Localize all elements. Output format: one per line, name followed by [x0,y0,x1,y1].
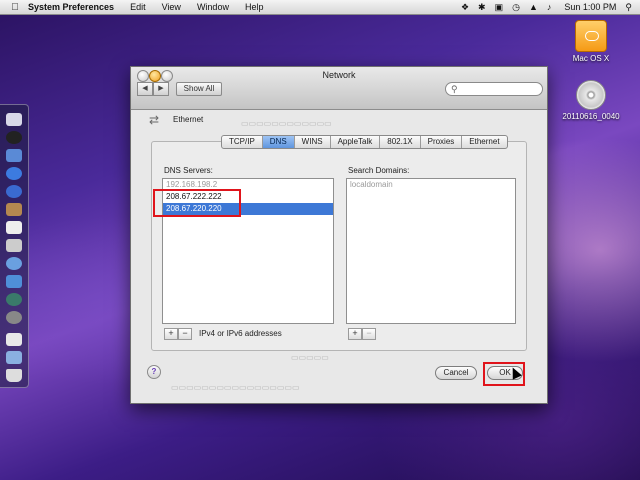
cd-icon [576,80,606,110]
tab-8021x[interactable]: 802.1X [380,136,421,148]
dns-tab-panel: DNS Servers: 192.168.198.2 208.67.222.22… [151,141,527,351]
finder-icon[interactable] [6,113,22,126]
folder-icon[interactable] [6,351,22,364]
cancel-button[interactable]: Cancel [435,366,477,380]
menu-app-name[interactable]: System Preferences [24,2,122,12]
dropbox-icon[interactable]: ❖ [461,2,469,13]
tab-proxies[interactable]: Proxies [421,136,463,148]
menu-view[interactable]: View [154,2,189,12]
ethernet-icon: ⇄ [149,113,160,127]
itunes-icon[interactable] [6,257,22,270]
search-domains-list[interactable]: localdomain [346,178,516,324]
tab-tcpip[interactable]: TCP/IP [222,136,263,148]
ghost-location-popup: ▭▭▭▭▭▭▭▭▭▭▭▭ [241,119,332,128]
menu-clock[interactable]: Sun 1:00 PM [564,2,616,12]
forward-button[interactable]: ▶ [153,82,169,96]
system-preferences-icon[interactable] [6,311,22,324]
dns-highlight-box [153,189,241,217]
address-book-icon[interactable] [6,203,22,216]
ical-icon[interactable] [6,221,22,234]
add-dns-button[interactable]: + [164,328,178,340]
desktop-icon-macosx[interactable]: Mac OS X [556,20,626,63]
time-machine-icon[interactable]: ◷ [512,2,520,13]
network-window: Network ◀ ▶ Show All ⚲ ▭▭▭▭▭▭▭▭▭▭▭▭ ▭▭▭▭… [130,66,548,404]
interface-label: Ethernet [173,115,204,124]
menu-help[interactable]: Help [237,2,272,12]
back-button[interactable]: ◀ [137,82,153,96]
desktop-icon-label: 20110616_0040 [562,112,620,121]
ghost-advanced-button: ▭▭▭▭▭ [291,353,329,362]
window-titlebar: Network ◀ ▶ Show All ⚲ [131,67,547,110]
safari-icon[interactable] [6,167,22,180]
tab-bar: TCP/IP DNS WINS AppleTalk 802.1X Proxies… [221,135,508,149]
hard-drive-icon [575,20,607,52]
add-domain-button[interactable]: + [348,328,362,340]
desktop-icon-cd[interactable]: 20110616_0040 [556,80,626,121]
tab-dns[interactable]: DNS [262,136,295,148]
dock [0,104,29,388]
help-button[interactable]: ? [147,365,161,379]
tab-appletalk[interactable]: AppleTalk [331,136,381,148]
desktop-icon-label: Mac OS X [572,54,610,63]
window-title: Network [322,70,356,80]
document-icon[interactable] [6,333,22,346]
show-all-button[interactable]: Show All [176,82,222,96]
spotlight-icon[interactable]: ⚲ [625,2,632,13]
tab-wins[interactable]: WINS [295,136,331,148]
menu-edit[interactable]: Edit [122,2,154,12]
tab-ethernet[interactable]: Ethernet [462,136,506,148]
dns-hint-text: IPv4 or IPv6 addresses [199,329,282,338]
search-domain-row[interactable]: localdomain [347,179,515,191]
dns-servers-label: DNS Servers: [164,166,213,175]
ghost-lock-text: ▭▭▭▭▭▭▭▭▭▭▭▭▭▭▭▭▭ [171,383,300,392]
display-icon[interactable]: ▣ [495,2,504,13]
search-input[interactable]: ⚲ [445,82,543,96]
wifi-icon[interactable]: ▲ [529,2,538,12]
time-machine-dock-icon[interactable] [6,293,22,306]
dashboard-icon[interactable] [6,131,22,144]
search-icon: ⚲ [451,84,458,94]
volume-icon[interactable]: ♪ [547,2,552,12]
remove-dns-button[interactable]: − [178,328,192,340]
search-domains-label: Search Domains: [348,166,410,175]
bluetooth-icon[interactable]: ✱ [478,2,486,13]
ichat-icon[interactable] [6,185,22,198]
menu-extras: ❖ ✱ ▣ ◷ ▲ ♪ Sun 1:00 PM ⚲ [461,2,640,13]
remove-domain-button[interactable]: − [362,328,376,340]
preview-icon[interactable] [6,239,22,252]
menu-window[interactable]: Window [189,2,237,12]
trash-icon[interactable] [6,369,22,382]
menu-bar:  System Preferences Edit View Window He… [0,0,640,15]
iphoto-icon[interactable] [6,275,22,288]
apple-menu-icon[interactable]:  [6,2,24,13]
mail-icon[interactable] [6,149,22,162]
